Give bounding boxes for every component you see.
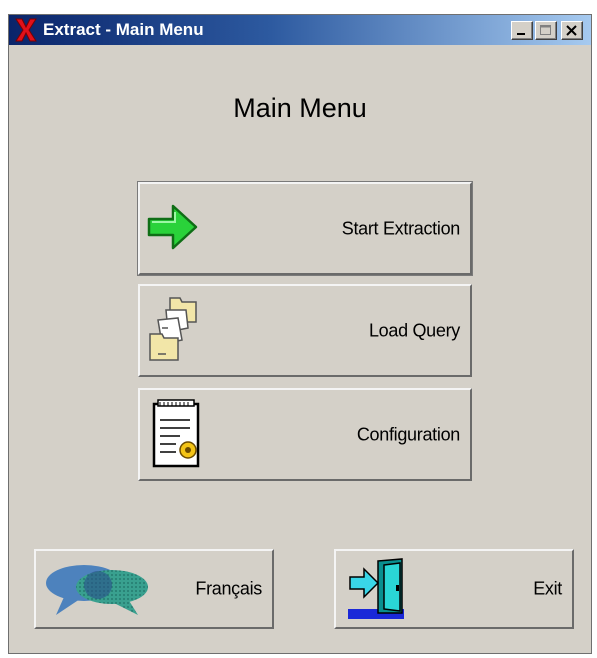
document-gear-icon (152, 399, 200, 468)
folders-icon (149, 297, 197, 361)
maximize-icon (540, 25, 551, 35)
close-button[interactable] (561, 21, 583, 40)
start-extraction-label: Start Extraction (341, 218, 461, 238)
load-query-label: Load Query (368, 320, 460, 340)
language-label: Français (195, 578, 262, 599)
language-button[interactable]: Français (34, 549, 274, 629)
title-bar[interactable]: Extract - Main Menu (9, 15, 591, 45)
minimize-button[interactable] (511, 21, 533, 40)
configuration-label: Configuration (356, 424, 460, 444)
app-x-icon (15, 18, 37, 42)
window-title: Extract - Main Menu (43, 20, 204, 39)
page-title: Main Menu (233, 93, 367, 123)
start-extraction-button[interactable]: Start Extraction (137, 181, 473, 276)
exit-button[interactable]: Exit (334, 549, 574, 629)
load-query-button[interactable]: Load Query (138, 284, 472, 377)
green-arrow-icon (147, 204, 198, 250)
configuration-button[interactable]: Configuration (138, 388, 472, 481)
close-icon (566, 25, 577, 36)
main-window: Extract - Main Menu Main Menu Start Extr… (8, 14, 592, 654)
minimize-icon (517, 33, 525, 35)
maximize-button[interactable] (535, 21, 557, 40)
exit-label: Exit (533, 578, 562, 599)
exit-door-icon (348, 558, 404, 619)
speech-bubbles-icon (46, 565, 148, 615)
